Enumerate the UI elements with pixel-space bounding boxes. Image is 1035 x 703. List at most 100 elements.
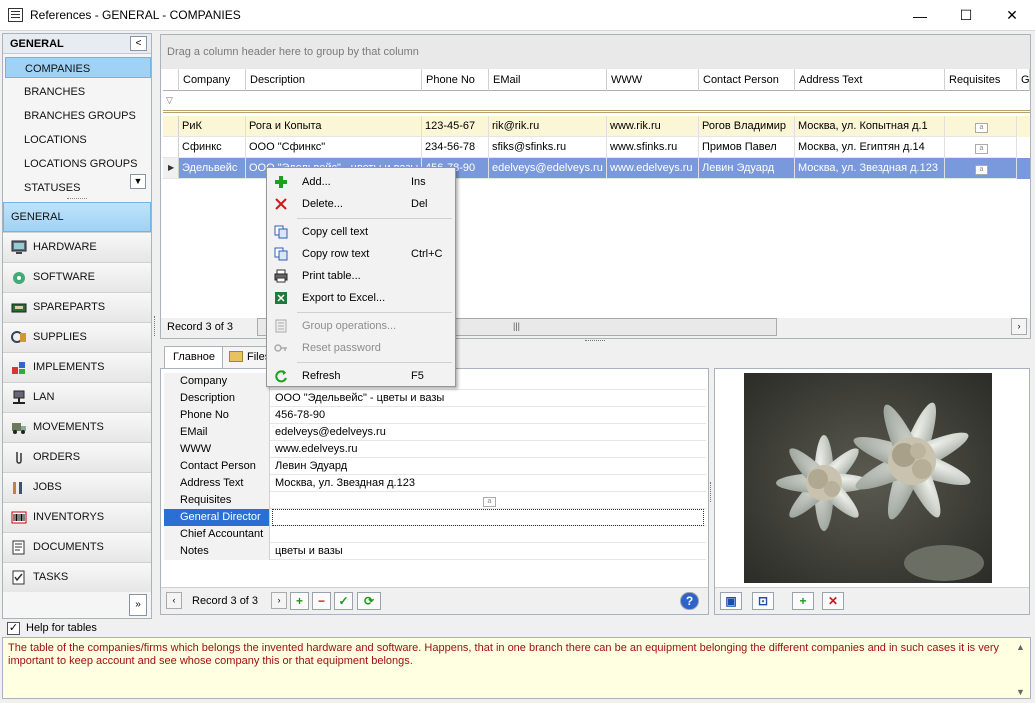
- field-row-phone[interactable]: Phone No 456-78-90: [164, 407, 706, 424]
- menu-item-copy-cell[interactable]: Copy cell text: [269, 221, 454, 243]
- left-splitter[interactable]: [154, 316, 157, 336]
- field-value[interactable]: www.edelveys.ru: [273, 441, 358, 458]
- menu-item-export-excel[interactable]: Export to Excel...: [269, 287, 454, 309]
- nav-item-supplies[interactable]: SUPPLIES: [3, 322, 151, 352]
- cell-company[interactable]: Эдельвейс: [179, 158, 246, 179]
- nav-item-software[interactable]: SOFTWARE: [3, 262, 151, 292]
- save-record-button[interactable]: ✓: [334, 592, 353, 610]
- cell-requisites[interactable]: a: [945, 116, 1017, 137]
- cell-address[interactable]: Москва, ул. Копытная д.1: [795, 116, 945, 137]
- save-image-button[interactable]: ▣: [720, 592, 742, 610]
- horizontal-splitter[interactable]: [585, 340, 605, 342]
- sub-item-companies[interactable]: COMPANIES: [5, 57, 151, 78]
- sub-item-locations-groups[interactable]: LOCATIONS GROUPS: [5, 153, 151, 174]
- cell-company[interactable]: Сфинкс: [179, 137, 246, 158]
- filter-row[interactable]: ▽: [163, 91, 1030, 113]
- cell-description[interactable]: ООО "Сфинкс": [246, 137, 422, 158]
- menu-item-print[interactable]: Print table...: [269, 265, 454, 287]
- delete-image-button[interactable]: ✕: [822, 592, 844, 610]
- menu-item-add[interactable]: Add... Ins: [269, 171, 454, 193]
- nav-item-spareparts[interactable]: SPAREPARTS: [3, 292, 151, 322]
- field-row-address[interactable]: Address Text Москва, ул. Звездная д.123: [164, 475, 706, 492]
- field-value[interactable]: цветы и вазы: [273, 543, 343, 560]
- field-row-www[interactable]: WWW www.edelveys.ru: [164, 441, 706, 458]
- column-header-address[interactable]: Address Text: [795, 69, 945, 91]
- nav-item-movements[interactable]: MOVEMENTS: [3, 412, 151, 442]
- cell-requisites[interactable]: a: [945, 158, 1017, 179]
- prev-record-button[interactable]: ‹: [166, 592, 182, 609]
- filter-icon[interactable]: ▽: [166, 95, 173, 106]
- field-value[interactable]: a: [273, 492, 705, 509]
- nav-item-inventorys[interactable]: INVENTORYS: [3, 502, 151, 532]
- field-row-contact[interactable]: Contact Person Левин Эдуард: [164, 458, 706, 475]
- help-scroll-up[interactable]: ▲: [1016, 642, 1025, 652]
- menu-item-copy-row[interactable]: Copy row text Ctrl+C: [269, 243, 454, 265]
- field-value[interactable]: Левин Эдуард: [273, 458, 347, 475]
- sub-item-branches[interactable]: BRANCHES: [5, 81, 151, 102]
- cell-www[interactable]: www.rik.ru: [607, 116, 699, 137]
- refresh-button[interactable]: ⟳: [357, 592, 381, 610]
- field-row-chief-accountant[interactable]: Chief Accountant: [164, 526, 706, 543]
- cell-contact[interactable]: Левин Эдуард: [699, 158, 795, 179]
- cell-contact[interactable]: Рогов Владимир: [699, 116, 795, 137]
- cell-description[interactable]: Рога и Копыта: [246, 116, 422, 137]
- cell-company[interactable]: РиК: [179, 116, 246, 137]
- detail-splitter[interactable]: [710, 482, 713, 502]
- menu-item-refresh[interactable]: Refresh F5: [269, 365, 454, 387]
- more-nav-button[interactable]: »: [129, 594, 147, 616]
- cell-contact[interactable]: Примов Павел: [699, 137, 795, 158]
- delete-record-button[interactable]: −: [312, 592, 331, 610]
- field-row-requisites[interactable]: Requisites a: [164, 492, 706, 509]
- field-value[interactable]: [273, 526, 275, 543]
- sub-item-branches-groups[interactable]: BRANCHES GROUPS: [5, 105, 151, 126]
- menu-item-delete[interactable]: Delete... Del: [269, 193, 454, 215]
- cell-www[interactable]: www.sfinks.ru: [607, 137, 699, 158]
- nav-item-tasks[interactable]: TASKS: [3, 562, 151, 592]
- help-button[interactable]: ?: [680, 592, 699, 610]
- help-scroll-down[interactable]: ▼: [1016, 687, 1025, 697]
- next-record-button[interactable]: ›: [271, 592, 287, 609]
- cell-email[interactable]: sfiks@sfinks.ru: [489, 137, 607, 158]
- add-image-button[interactable]: +: [792, 592, 814, 610]
- column-header-g[interactable]: G: [1017, 69, 1030, 91]
- tab-main[interactable]: Главное: [164, 346, 225, 369]
- cell-www[interactable]: www.edelveys.ru: [607, 158, 699, 179]
- field-row-general-director[interactable]: General Director: [164, 509, 706, 526]
- column-header-requisites[interactable]: Requisites: [945, 69, 1017, 91]
- table-row[interactable]: РиК Рога и Копыта 123-45-67 rik@rik.ru w…: [163, 116, 1030, 137]
- column-header-www[interactable]: WWW: [607, 69, 699, 91]
- column-header-email[interactable]: EMail: [489, 69, 607, 91]
- column-header-contact[interactable]: Contact Person: [699, 69, 795, 91]
- cell-email[interactable]: rik@rik.ru: [489, 116, 607, 137]
- zoom-image-button[interactable]: ⊡: [752, 592, 774, 610]
- field-row-email[interactable]: EMail edelveys@edelveys.ru: [164, 424, 706, 441]
- nav-item-general[interactable]: GENERAL: [3, 202, 151, 232]
- cell-email[interactable]: edelveys@edelveys.ru: [489, 158, 607, 179]
- help-checkbox[interactable]: ✓: [7, 622, 20, 635]
- splitter-grip[interactable]: [67, 198, 87, 200]
- sub-item-locations[interactable]: LOCATIONS: [5, 129, 151, 150]
- nav-item-implements[interactable]: IMPLEMENTS: [3, 352, 151, 382]
- scroll-thumb-grip[interactable]: |||: [513, 321, 520, 331]
- column-header-phone[interactable]: Phone No: [422, 69, 489, 91]
- minimize-button[interactable]: —: [897, 0, 943, 31]
- maximize-button[interactable]: ☐: [943, 0, 989, 31]
- field-value[interactable]: [272, 509, 704, 526]
- nav-item-jobs[interactable]: JOBS: [3, 472, 151, 502]
- nav-item-documents[interactable]: DOCUMENTS: [3, 532, 151, 562]
- nav-item-lan[interactable]: LAN: [3, 382, 151, 412]
- group-by-area[interactable]: Drag a column header here to group by th…: [161, 35, 1030, 69]
- field-value[interactable]: edelveys@edelveys.ru: [273, 424, 386, 441]
- nav-item-orders[interactable]: ORDERS: [3, 442, 151, 472]
- cell-address[interactable]: Москва, ул. Звездная д.123: [795, 158, 945, 179]
- column-header-company[interactable]: Company: [179, 69, 246, 91]
- field-row-description[interactable]: Description ООО "Эдельвейс" - цветы и ваз…: [164, 390, 706, 407]
- nav-item-hardware[interactable]: HARDWARE: [3, 232, 151, 262]
- field-row-notes[interactable]: Notes цветы и вазы: [164, 543, 706, 560]
- collapse-panel-button[interactable]: <: [130, 36, 147, 51]
- field-value[interactable]: ООО "Эдельвейс" - цветы и вазы: [273, 390, 444, 407]
- column-header-description[interactable]: Description: [246, 69, 422, 91]
- cell-requisites[interactable]: a: [945, 137, 1017, 158]
- cell-phone[interactable]: 123-45-67: [422, 116, 489, 137]
- cell-phone[interactable]: 234-56-78: [422, 137, 489, 158]
